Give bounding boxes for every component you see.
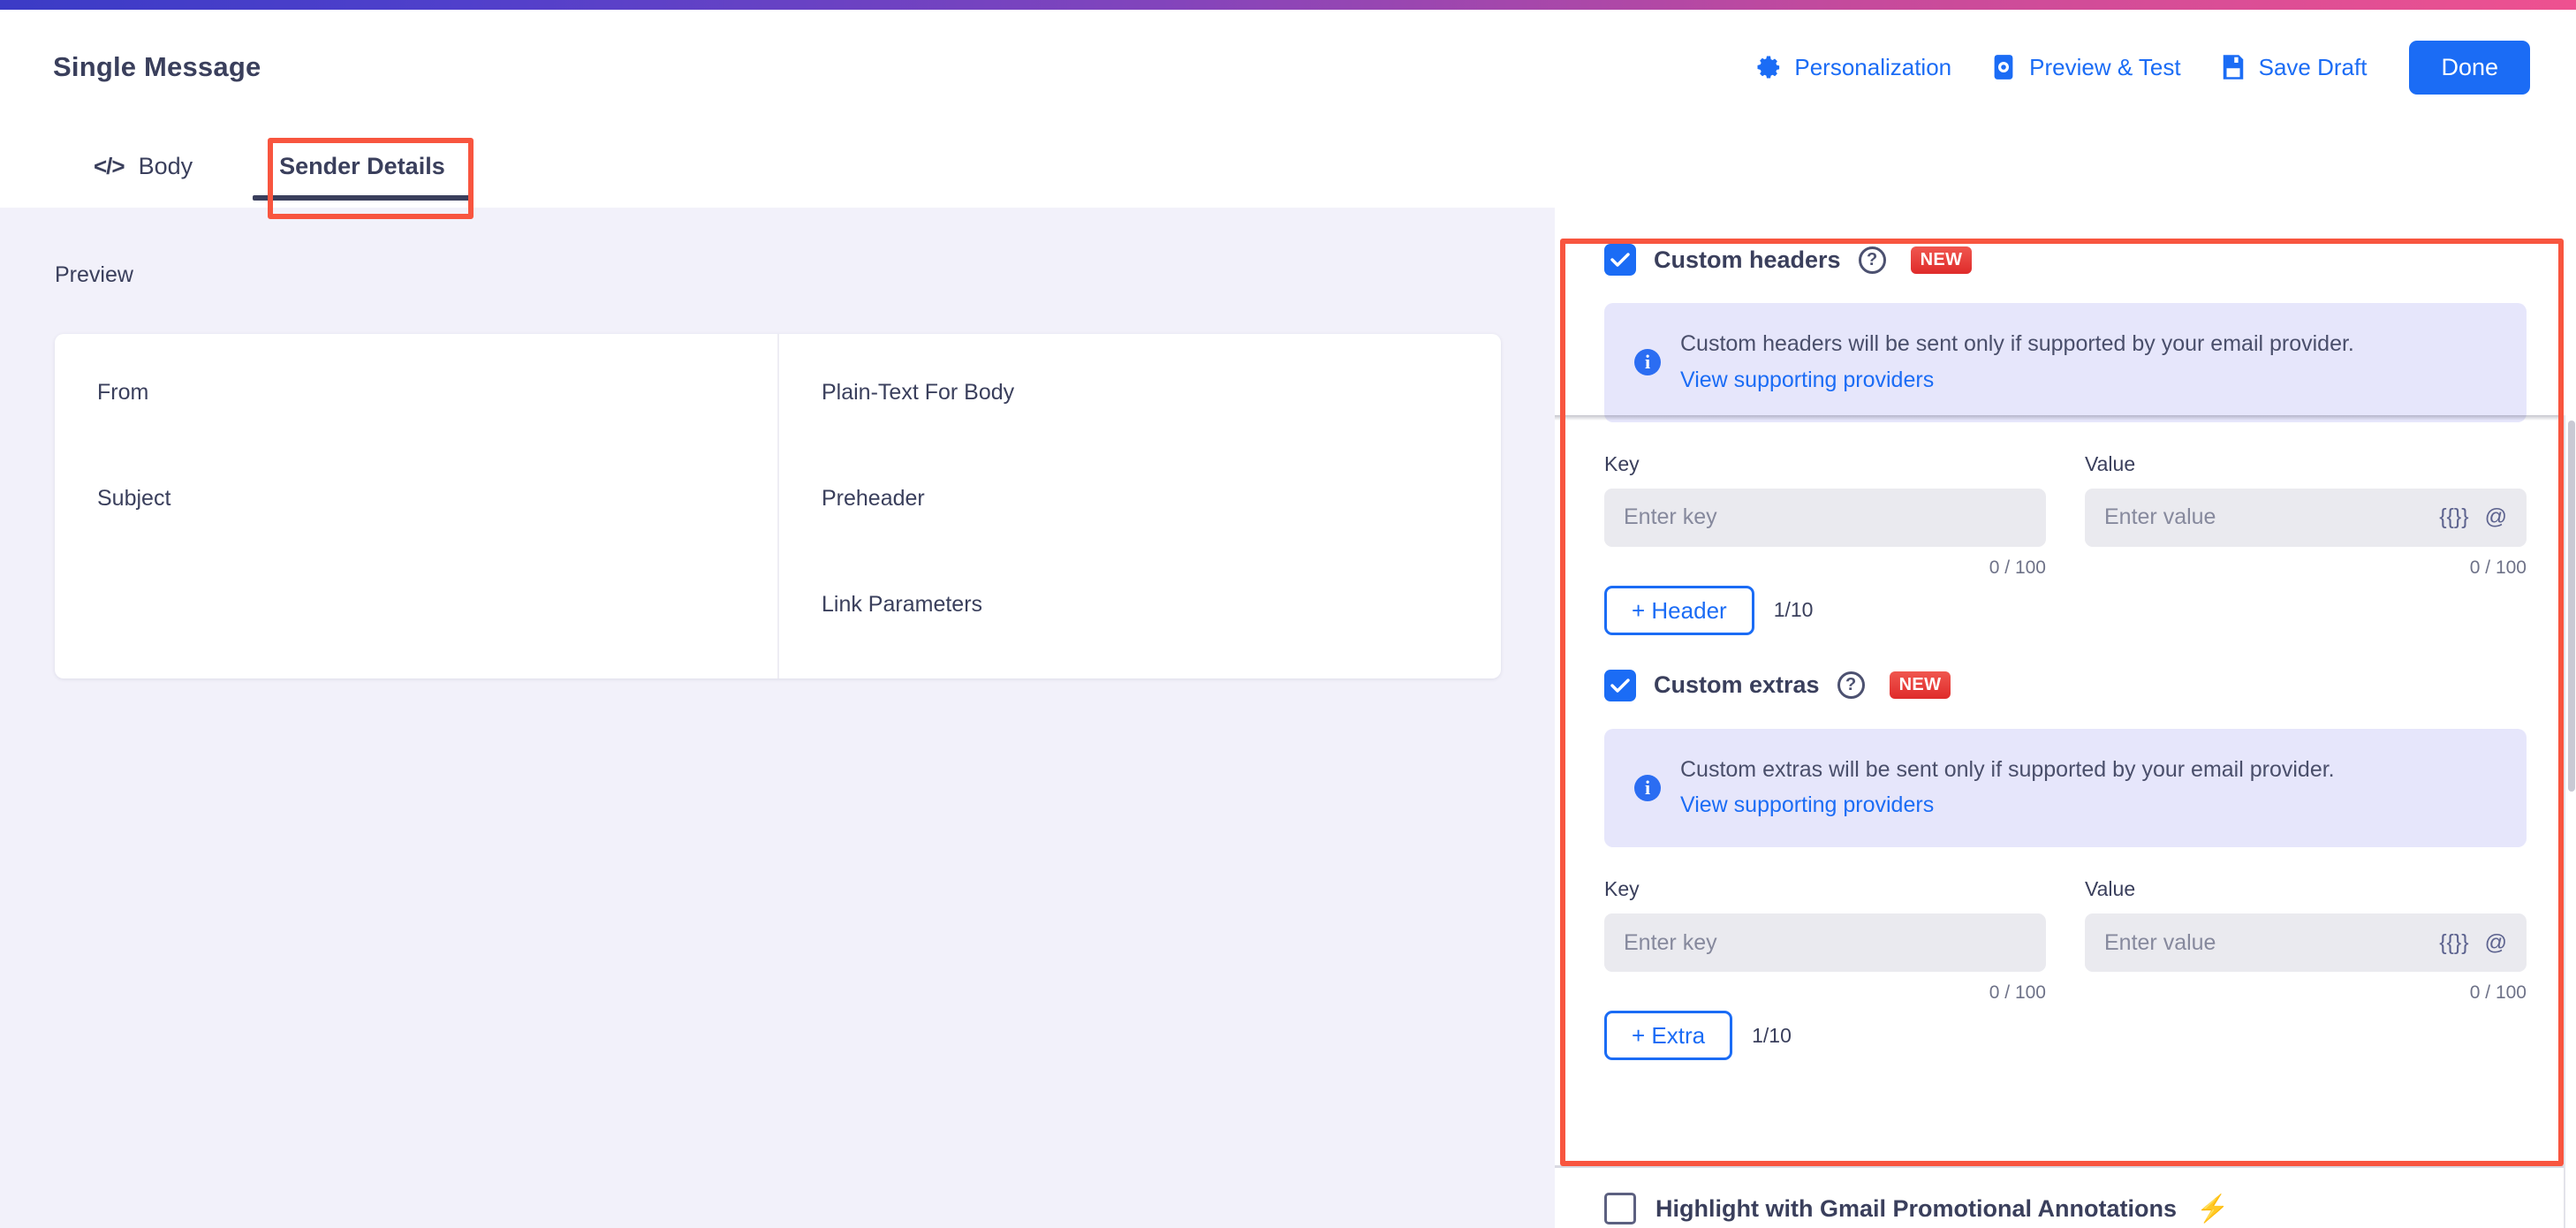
preview-column-left: From Subject: [55, 334, 777, 678]
gear-icon: [1755, 54, 1782, 80]
preview-field-plain-text: Plain-Text For Body: [822, 380, 1015, 405]
custom-headers-key-counter: 0 / 100: [1989, 557, 2046, 578]
preview-field-link-parameters: Link Parameters: [822, 592, 983, 617]
custom-headers-value-icon-group: {{}} @: [2439, 504, 2507, 530]
custom-headers-label: Custom headers: [1654, 246, 1841, 273]
custom-headers-info-box: i Custom headers will be sent only if su…: [1604, 303, 2527, 422]
add-header-button[interactable]: + Header: [1604, 585, 1754, 635]
tab-sender-details[interactable]: Sender Details: [246, 125, 479, 208]
custom-extras-value-icon-group: {{}} @: [2439, 930, 2507, 956]
gmail-annotations-label: Highlight with Gmail Promotional Annotat…: [1655, 1194, 2177, 1222]
tab-sender-details-label: Sender Details: [279, 152, 445, 179]
custom-headers-providers-link[interactable]: View supporting providers: [1680, 366, 2354, 396]
custom-headers-value-placeholder: Enter value: [2104, 504, 2216, 529]
preview-test-button[interactable]: Preview & Test: [1971, 54, 2200, 81]
custom-extras-checkbox[interactable]: [1604, 669, 1636, 701]
code-icon: </>: [94, 152, 125, 179]
custom-headers-checkbox[interactable]: [1604, 244, 1636, 276]
custom-extras-value-counter: 0 / 100: [2469, 982, 2527, 1003]
custom-headers-key-input[interactable]: Enter key: [1604, 488, 2046, 547]
custom-extras-label: Custom extras: [1654, 671, 1820, 698]
custom-headers-info-text-wrap: Custom headers will be sent only if supp…: [1680, 330, 2354, 396]
custom-extras-info-text: Custom extras will be sent only if suppo…: [1680, 756, 2335, 782]
lightning-bolt-icon: ⚡: [2195, 1194, 2230, 1224]
custom-headers-kv-grid: Key Enter key 0 / 100 Value Enter value: [1604, 452, 2527, 579]
settings-pane-inner: Custom headers ? NEW i Custom headers wi…: [1555, 208, 2576, 1060]
app-header: Single Message Personalization Preview &…: [0, 10, 2576, 125]
preview-field-from: From: [97, 380, 149, 405]
preview-field-preheader: Preheader: [822, 486, 925, 511]
save-draft-button[interactable]: Save Draft: [2201, 54, 2387, 81]
gmail-annotations-row: Highlight with Gmail Promotional Annotat…: [1604, 1193, 2229, 1224]
custom-extras-key-counter: 0 / 100: [1989, 982, 2046, 1003]
pane-top-shadow: [1555, 415, 2576, 421]
custom-extras-header-row: Custom extras ? NEW: [1604, 665, 2527, 706]
question-mark-icon[interactable]: ?: [1837, 671, 1865, 699]
preview-test-label: Preview & Test: [2029, 53, 2181, 80]
custom-headers-value-counter: 0 / 100: [2469, 557, 2527, 578]
custom-extras-info-text-wrap: Custom extras will be sent only if suppo…: [1680, 755, 2335, 822]
info-icon: i: [1634, 774, 1661, 801]
vertical-scrollbar-thumb[interactable]: [2568, 421, 2575, 792]
custom-extras-count: 1/10: [1752, 1023, 1792, 1047]
tab-bar: </> Body Sender Details: [0, 125, 2576, 208]
tab-body-label: Body: [138, 152, 193, 179]
save-draft-label: Save Draft: [2258, 53, 2368, 80]
custom-extras-value-column: Value Enter value {{}} @ 0 / 100: [2085, 877, 2527, 1004]
tab-body[interactable]: </> Body: [72, 125, 214, 208]
custom-extras-key-column: Key Enter key 0 / 100: [1604, 877, 2046, 1004]
custom-headers-info-text: Custom headers will be sent only if supp…: [1680, 331, 2354, 356]
merge-tag-icon[interactable]: {{}}: [2439, 930, 2468, 956]
custom-extras-value-label: Value: [2085, 877, 2136, 900]
custom-headers-key-label: Key: [1604, 451, 1640, 475]
custom-headers-key-column: Key Enter key 0 / 100: [1604, 452, 2046, 579]
app-root: Single Message Personalization Preview &…: [0, 0, 2576, 1228]
custom-extras-key-placeholder: Enter key: [1624, 929, 1717, 955]
info-icon: i: [1634, 349, 1661, 376]
custom-headers-value-input[interactable]: Enter value {{}} @: [2085, 488, 2527, 547]
custom-headers-header-row: Custom headers ? NEW: [1604, 239, 2527, 280]
brand-gradient-bar: [0, 0, 2576, 10]
floppy-disk-icon: [2220, 54, 2246, 80]
preview-card: From Subject Plain-Text For Body Prehead…: [55, 334, 1501, 678]
at-symbol-icon[interactable]: @: [2485, 930, 2507, 956]
page-title: Single Message: [53, 51, 261, 82]
add-extra-button[interactable]: + Extra: [1604, 1011, 1733, 1060]
preview-pane: Preview From Subject Plain-Text For Body…: [0, 208, 1555, 1228]
merge-tag-icon[interactable]: {{}}: [2439, 504, 2468, 530]
custom-extras-value-placeholder: Enter value: [2104, 929, 2216, 955]
preview-field-subject: Subject: [97, 486, 171, 511]
custom-extras-key-label: Key: [1604, 877, 1640, 900]
vertical-scrollbar[interactable]: [2564, 415, 2576, 1228]
custom-headers-section: Custom headers ? NEW i Custom headers wi…: [1604, 239, 2527, 635]
pane-divider: [1555, 1165, 2576, 1168]
personalization-button[interactable]: Personalization: [1736, 54, 1971, 81]
custom-headers-count: 1/10: [1773, 598, 1814, 621]
new-badge: NEW: [1910, 246, 1973, 274]
custom-extras-add-row: + Extra 1/10: [1604, 1011, 2527, 1060]
at-symbol-icon[interactable]: @: [2485, 504, 2507, 530]
new-badge: NEW: [1889, 671, 1951, 699]
custom-extras-key-input[interactable]: Enter key: [1604, 913, 2046, 972]
custom-extras-kv-grid: Key Enter key 0 / 100 Value Enter value: [1604, 877, 2527, 1004]
content-area: Preview From Subject Plain-Text For Body…: [0, 208, 2576, 1228]
custom-extras-section: Custom extras ? NEW i Custom extras will…: [1604, 665, 2527, 1060]
custom-extras-info-box: i Custom extras will be sent only if sup…: [1604, 728, 2527, 847]
personalization-label: Personalization: [1794, 53, 1952, 80]
preview-device-icon: [1990, 54, 2017, 80]
custom-headers-key-placeholder: Enter key: [1624, 504, 1717, 529]
custom-headers-add-row: + Header 1/10: [1604, 585, 2527, 635]
custom-headers-value-column: Value Enter value {{}} @ 0 / 100: [2085, 452, 2527, 579]
header-actions: Personalization Preview & Test Save Draf…: [1736, 40, 2530, 95]
custom-extras-value-input[interactable]: Enter value {{}} @: [2085, 913, 2527, 972]
custom-headers-value-label: Value: [2085, 451, 2136, 475]
custom-extras-providers-link[interactable]: View supporting providers: [1680, 791, 2335, 821]
preview-heading: Preview: [55, 262, 133, 287]
gmail-annotations-checkbox[interactable]: [1604, 1193, 1636, 1224]
preview-column-right: Plain-Text For Body Preheader Link Param…: [777, 334, 1500, 678]
settings-pane: Custom headers ? NEW i Custom headers wi…: [1555, 208, 2576, 1228]
question-mark-icon[interactable]: ?: [1858, 246, 1886, 274]
done-button[interactable]: Done: [2409, 40, 2530, 95]
